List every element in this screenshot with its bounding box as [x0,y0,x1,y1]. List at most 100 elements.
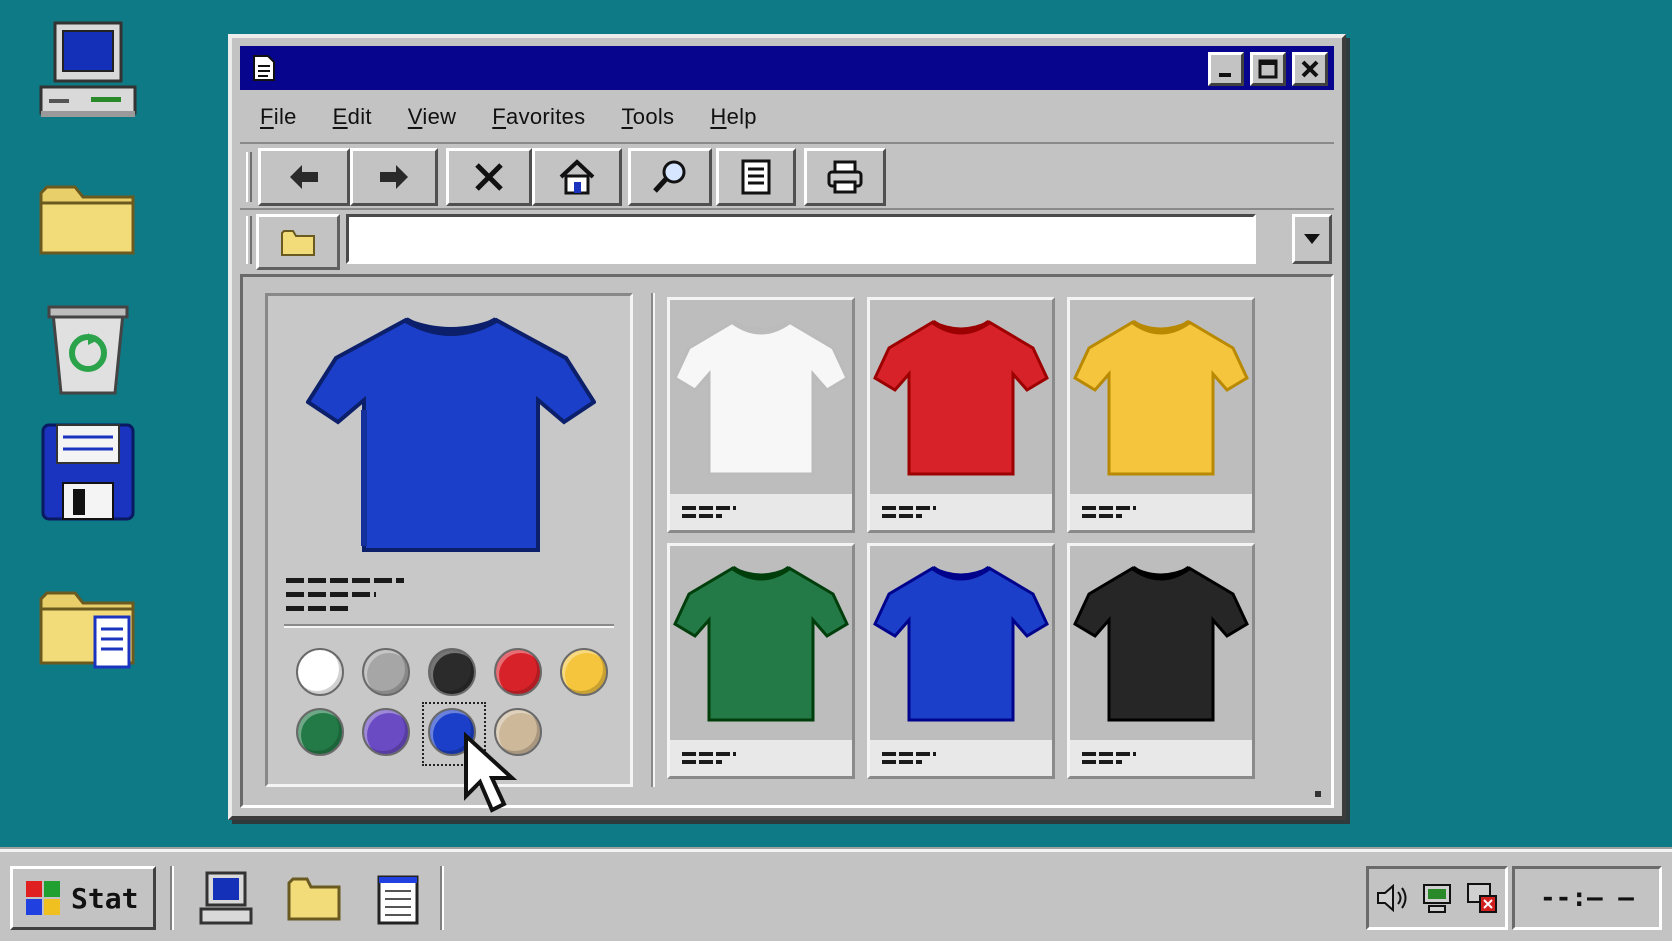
close-button[interactable] [1292,52,1328,86]
caption-line [682,752,736,756]
search-icon [653,160,686,193]
tshirt-image [673,565,849,722]
print-button[interactable] [804,148,886,206]
notepad-icon [377,875,419,925]
maximize-icon [1258,59,1278,79]
start-button[interactable]: Stat [10,866,156,930]
minimize-button[interactable] [1208,52,1244,86]
quick-launch-folder[interactable] [282,866,346,930]
documents-folder-icon[interactable] [30,570,145,685]
swatch-green[interactable] [296,708,344,756]
menu-edit[interactable]: Edit [333,104,372,130]
product-image [670,546,852,740]
product-preview-panel [265,293,633,787]
product-caption [870,740,1052,776]
product-image [670,300,852,494]
maximize-button[interactable] [1250,52,1286,86]
menu-help[interactable]: Help [710,104,756,130]
system-tray [1366,866,1508,930]
product-card[interactable] [1067,297,1255,533]
history-icon [741,159,771,195]
stop-button[interactable] [446,148,532,206]
taskbar: Stat --:– – [0,849,1672,941]
taskbar-separator [440,866,444,930]
quick-launch-notepad[interactable] [366,866,430,930]
browser-window: File Edit View Favorites Tools Help [228,34,1346,820]
home-button[interactable] [532,148,622,206]
tshirt-image [873,565,1049,722]
caption-line [682,506,736,510]
menu-favorites[interactable]: Favorites [492,104,585,130]
alert-icon[interactable] [1464,880,1500,916]
address-grip[interactable] [246,216,252,264]
menu-file[interactable]: File [260,104,297,130]
product-description-line [286,578,404,583]
swatch-gray[interactable] [362,648,410,696]
product-caption [1070,740,1252,776]
folder-icon[interactable] [30,160,145,275]
home-icon [559,159,595,195]
computer-icon [199,871,253,925]
address-dropdown-button[interactable] [1292,214,1332,264]
caption-line [682,760,722,764]
panel-divider [284,624,614,628]
product-card[interactable] [667,297,855,533]
network-icon[interactable] [1419,880,1455,916]
caption-line [882,506,936,510]
speaker-icon[interactable] [1374,880,1410,916]
history-button[interactable] [716,148,796,206]
swatch-red[interactable] [494,648,542,696]
product-caption [670,740,852,776]
toolbar [240,142,1334,206]
address-input[interactable] [346,214,1256,264]
caption-line [882,760,922,764]
product-card[interactable] [1067,543,1255,779]
caption-line [1082,514,1122,518]
mouse-cursor-icon [464,732,518,813]
swatch-yellow[interactable] [560,648,608,696]
folder-icon [281,230,315,256]
floppy-disk-icon[interactable] [30,414,145,529]
windows-logo-icon [26,881,60,915]
preview-tshirt-image [306,317,596,552]
product-image [870,546,1052,740]
caption-line [1082,760,1122,764]
menu-bar: File Edit View Favorites Tools Help [240,96,1334,138]
address-folder-button[interactable] [256,214,340,270]
quick-launch-computer[interactable] [194,866,258,930]
product-card[interactable] [867,543,1055,779]
start-label: Stat [71,881,139,915]
caption-line [1082,506,1136,510]
caption-line [1082,752,1136,756]
menu-tools[interactable]: Tools [621,104,674,130]
caption-line [882,752,936,756]
tshirt-image [1073,565,1249,722]
product-card[interactable] [667,543,855,779]
forward-icon [380,165,408,189]
content-area [240,274,1334,808]
toolbar-grip[interactable] [246,152,252,202]
stop-icon [475,163,503,191]
product-image [1070,300,1252,494]
back-button[interactable] [258,148,350,206]
product-card[interactable] [867,297,1055,533]
swatch-white[interactable] [296,648,344,696]
swatch-black[interactable] [428,648,476,696]
menu-view[interactable]: View [408,104,457,130]
search-button[interactable] [628,148,712,206]
caption-line [882,514,922,518]
address-bar [240,208,1334,270]
print-icon [827,160,863,194]
my-computer-icon[interactable] [30,14,145,129]
folder-icon [287,877,341,921]
scrollbar-marker[interactable] [1315,791,1321,797]
forward-button[interactable] [350,148,438,206]
swatch-purple[interactable] [362,708,410,756]
minimize-icon [1219,73,1231,77]
clock: --:– – [1512,866,1662,930]
recycle-bin-icon[interactable] [30,290,145,405]
document-icon [253,55,275,81]
panel-separator [651,293,655,787]
title-bar[interactable] [240,46,1334,90]
tshirt-image [673,319,849,476]
